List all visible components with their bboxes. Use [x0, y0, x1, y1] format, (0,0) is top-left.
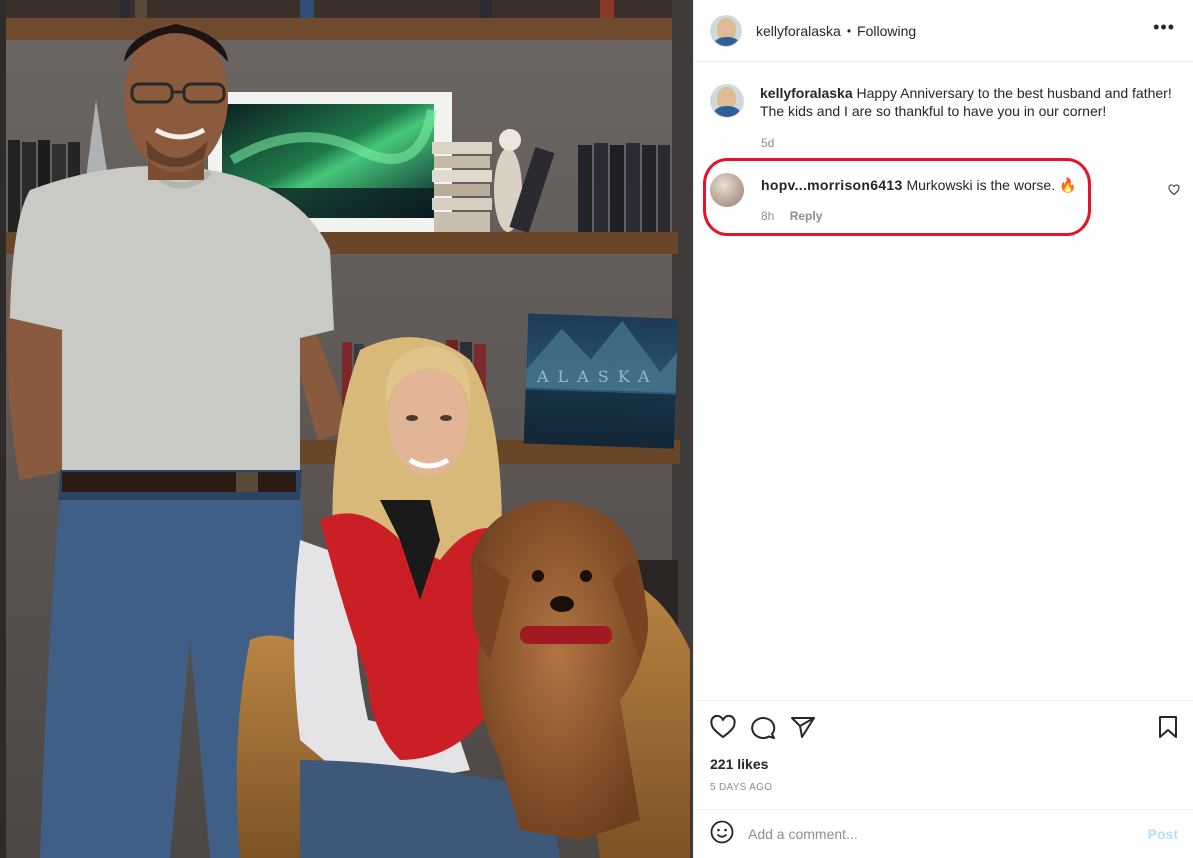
add-comment-bar: Post [694, 809, 1193, 858]
follow-separator: • [846, 23, 852, 38]
action-icons [710, 714, 830, 744]
more-options-icon[interactable]: ••• [1153, 18, 1175, 36]
author-username[interactable]: kellyforalaska [756, 23, 841, 39]
caption-username[interactable]: kellyforalaska [760, 85, 853, 101]
add-comment-input[interactable] [748, 826, 1108, 842]
post-comment-button[interactable]: Post [1148, 826, 1178, 842]
comment-icon[interactable] [750, 715, 776, 744]
caption-avatar[interactable] [710, 84, 744, 118]
comment-meta: 8h Reply [761, 209, 834, 223]
comment-username[interactable]: hopv...morrison6413 [761, 177, 903, 193]
reply-button[interactable]: Reply [790, 209, 823, 223]
post-caption: kellyforalaska Happy Anniversary to the … [710, 84, 1180, 150]
bookmark-icon[interactable] [1158, 715, 1178, 744]
author-avatar[interactable] [710, 14, 742, 47]
post-header: kellyforalaska • Following ••• [694, 0, 1193, 62]
fire-emoji: 🔥 [1058, 177, 1077, 193]
post-timestamp[interactable]: 5 DAYS AGO [710, 782, 772, 793]
heart-icon[interactable] [710, 714, 736, 744]
comment-highlight-annotation [703, 158, 1091, 236]
likes-count[interactable]: 221 likes [710, 756, 768, 772]
comment-like-heart-icon[interactable] [1168, 183, 1180, 201]
comment-text: Murkowski is the worse. [906, 177, 1056, 193]
post-photo[interactable]: ALASKA [0, 0, 693, 858]
emoji-icon[interactable] [710, 820, 734, 849]
caption-time[interactable]: 5d [761, 136, 774, 150]
following-button[interactable]: Following [857, 23, 916, 39]
comment-text-block: hopv...morrison6413 Murkowski is the wor… [761, 177, 1076, 194]
comment-time[interactable]: 8h [761, 209, 774, 223]
post-actions: 221 likes 5 DAYS AGO [694, 700, 1193, 810]
caption-text-block: kellyforalaska Happy Anniversary to the … [760, 84, 1180, 120]
commenter-avatar[interactable] [710, 173, 744, 207]
photo-illustration: ALASKA [0, 0, 693, 858]
share-icon[interactable] [790, 715, 816, 744]
post-side-panel: kellyforalaska • Following ••• kellyfora… [693, 0, 1193, 858]
alaska-book-title: ALASKA [536, 367, 659, 386]
